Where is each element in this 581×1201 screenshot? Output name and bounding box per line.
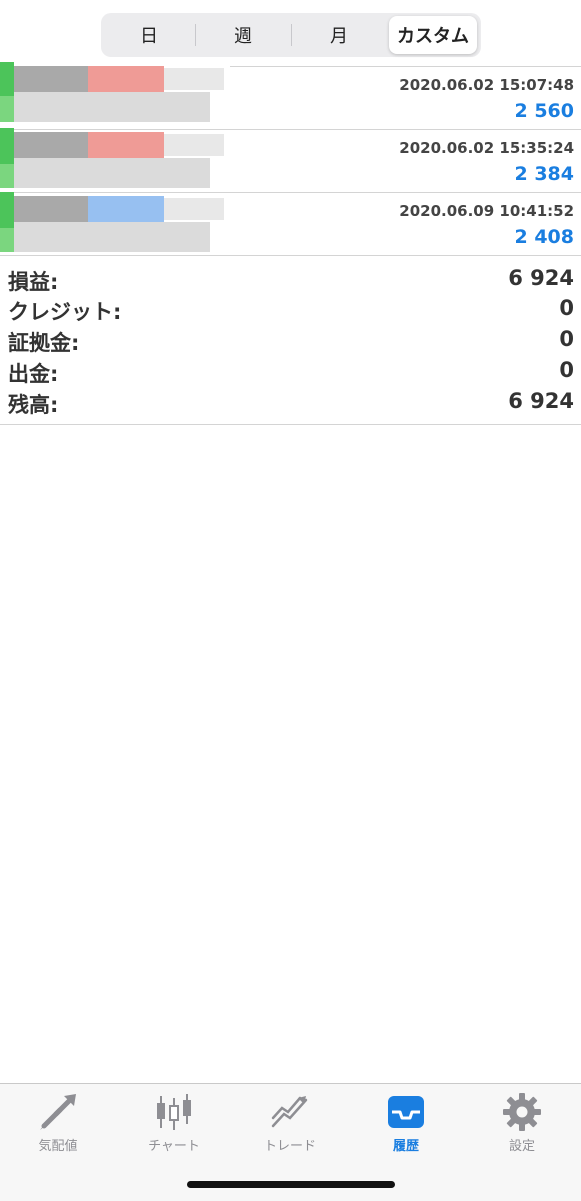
- deal-profit: 2 560: [514, 100, 575, 122]
- segment-custom[interactable]: カスタム: [389, 16, 477, 54]
- history-inbox-icon: [388, 1096, 424, 1128]
- candlestick-icon: [157, 1094, 191, 1130]
- segment-week[interactable]: 週: [197, 16, 289, 54]
- summary-value: 0: [559, 327, 574, 351]
- summary-label: クレジット:: [8, 300, 122, 324]
- quotes-arrows-icon: [40, 1094, 76, 1130]
- summary-label: 証拠金:: [8, 331, 80, 355]
- tab-quotes[interactable]: 気配値: [0, 1084, 116, 1164]
- deal-profit: 2 408: [514, 226, 575, 248]
- deal-time: 2020.06.02 15:07:48: [399, 76, 574, 94]
- segment-divider: [291, 24, 292, 46]
- deal-time: 2020.06.09 10:41:52: [399, 202, 574, 220]
- summary-value: 0: [559, 358, 574, 382]
- gear-icon: [503, 1093, 541, 1131]
- deal-profit: 2 384: [514, 163, 575, 185]
- summary-credit-row: クレジット: 0: [0, 296, 581, 327]
- summary-value: 0: [559, 296, 574, 320]
- period-segmented-control: 日 週 月 カスタム: [101, 13, 481, 57]
- home-indicator: [187, 1181, 395, 1188]
- summary-profit-row: 損益: 6 924: [0, 266, 581, 297]
- tab-history[interactable]: 履歴: [348, 1084, 464, 1164]
- tab-label: 履歴: [392, 1139, 419, 1154]
- segment-divider: [195, 24, 196, 46]
- summary-deposit-row: 証拠金: 0: [0, 327, 581, 358]
- summary-value: 6 924: [508, 266, 574, 290]
- tab-chart[interactable]: チャート: [116, 1084, 232, 1164]
- tab-label: 設定: [508, 1139, 535, 1154]
- tab-label: チャート: [148, 1139, 200, 1154]
- tab-label: トレード: [263, 1139, 316, 1154]
- deal-time: 2020.06.02 15:35:24: [399, 139, 574, 157]
- tab-trade[interactable]: トレード: [232, 1084, 348, 1164]
- summary-balance-row: 残高: 6 924: [0, 389, 581, 420]
- tab-settings[interactable]: 設定: [464, 1084, 580, 1164]
- trade-chart-icon: [271, 1096, 308, 1128]
- tab-label: 気配値: [38, 1139, 78, 1154]
- summary-label: 損益:: [8, 270, 59, 294]
- summary-label: 出金:: [8, 362, 59, 386]
- segment-month[interactable]: 月: [293, 16, 385, 54]
- summary-label: 残高:: [8, 393, 59, 417]
- summary-bottom-divider: [0, 424, 581, 425]
- summary-withdrawal-row: 出金: 0: [0, 358, 581, 389]
- pixelated-symbol-area: [0, 62, 232, 260]
- segment-day[interactable]: 日: [105, 16, 193, 54]
- summary-value: 6 924: [508, 389, 574, 413]
